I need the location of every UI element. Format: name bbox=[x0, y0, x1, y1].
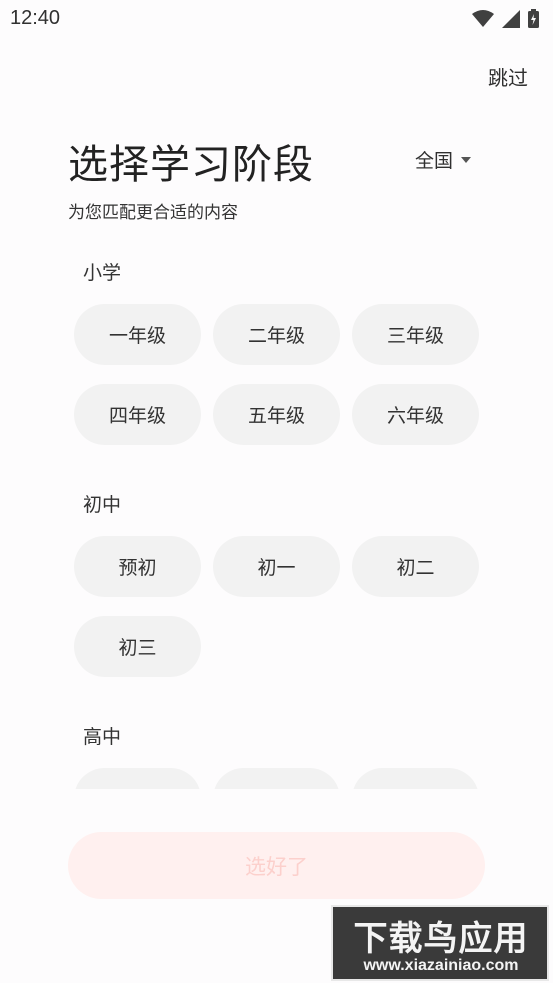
status-icons bbox=[472, 9, 539, 28]
battery-icon bbox=[528, 9, 539, 28]
skip-button[interactable]: 跳过 bbox=[488, 62, 528, 91]
section-label: 初中 bbox=[83, 494, 122, 516]
page-subtitle: 为您匹配更合适的内容 bbox=[68, 203, 238, 223]
status-bar: 12:40 bbox=[0, 0, 553, 38]
page-title: 选择学习阶段 bbox=[68, 142, 314, 188]
grade-option[interactable]: 四年级 bbox=[74, 384, 201, 445]
grade-option[interactable]: 初二 bbox=[352, 536, 479, 597]
signal-icon bbox=[502, 9, 520, 28]
grade-option[interactable]: 二年级 bbox=[213, 304, 340, 365]
status-time: 12:40 bbox=[10, 7, 61, 29]
grade-option[interactable]: 初一 bbox=[213, 536, 340, 597]
watermark-logo: 下载鸟应用 www.xiazainiao.com bbox=[331, 905, 549, 981]
region-selector[interactable]: 全国 bbox=[415, 146, 472, 173]
region-label: 全国 bbox=[415, 150, 454, 172]
grade-option[interactable]: 六年级 bbox=[352, 384, 479, 445]
grade-option[interactable]: 高二 bbox=[213, 768, 340, 789]
dropdown-arrow-icon bbox=[461, 156, 472, 163]
grade-option[interactable]: 三年级 bbox=[352, 304, 479, 365]
grade-option[interactable]: 高一 bbox=[74, 768, 201, 789]
grade-option[interactable]: 初三 bbox=[74, 616, 201, 677]
grade-option[interactable]: 五年级 bbox=[213, 384, 340, 445]
wifi-icon bbox=[472, 9, 494, 27]
grade-option[interactable]: 预初 bbox=[74, 536, 201, 597]
grade-option[interactable]: 一年级 bbox=[74, 304, 201, 365]
watermark-url: www.xiazainiao.com bbox=[363, 957, 519, 974]
grade-list[interactable]: 小学 一年级 二年级 三年级 四年级 五年级 六年级 初中 预初 初一 初二 初… bbox=[0, 240, 553, 789]
section-label: 小学 bbox=[83, 262, 122, 284]
confirm-button[interactable]: 选好了 bbox=[68, 832, 485, 899]
section-label: 高中 bbox=[83, 726, 122, 748]
watermark-main-text: 下载鸟应用 bbox=[353, 919, 529, 959]
grade-option[interactable]: 高三 bbox=[352, 768, 479, 789]
